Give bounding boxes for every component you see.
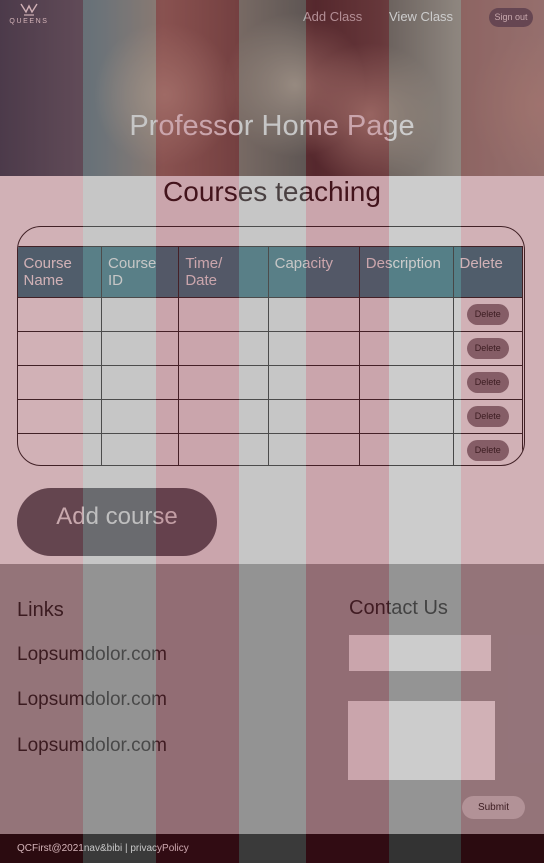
footer-link[interactable]: Lopsumdolor.com: [17, 644, 167, 666]
delete-row-button[interactable]: Delete: [466, 304, 509, 325]
table-cell: [358, 433, 454, 465]
table-row: Delete: [18, 331, 524, 366]
table-cell: [18, 399, 102, 434]
add-course-button[interactable]: Add course: [17, 488, 217, 556]
table-row: Delete: [18, 399, 524, 434]
column-header: Time/ Date: [178, 246, 269, 298]
logo: QUEENS: [8, 2, 50, 28]
crown-emblem-icon: [20, 3, 38, 16]
copyright-text: QCFirst@2021nav&bibi | privacyPolicy: [17, 843, 189, 854]
table-cell: [178, 331, 269, 366]
logo-text: QUEENS: [9, 18, 49, 25]
delete-cell: Delete: [452, 433, 524, 465]
table-cell: [100, 399, 180, 434]
footer: Links Lopsumdolor.com Lopsumdolor.com Lo…: [0, 564, 544, 834]
delete-row-button[interactable]: Delete: [466, 372, 509, 393]
courses-table: Course Name Course ID Time/ Date Capacity De…: [17, 226, 525, 466]
nav-view-class[interactable]: View Class: [389, 9, 453, 24]
submit-button[interactable]: Submit: [462, 796, 525, 819]
column-header: Capacity: [268, 246, 360, 298]
delete-cell: Delete: [452, 297, 524, 332]
table-cell: [267, 433, 360, 465]
links-heading: Links: [17, 599, 64, 621]
table-cell: [100, 433, 180, 465]
sign-out-button[interactable]: Sign out: [489, 8, 533, 27]
table-cell: [100, 297, 180, 332]
table-row: Delete: [18, 433, 524, 465]
column-header: Course Name: [18, 246, 102, 298]
table-cell: [100, 331, 180, 366]
table-cell: [358, 365, 454, 400]
table-header-row: Course Name Course ID Time/ Date Capacity De…: [18, 246, 524, 298]
delete-cell: Delete: [452, 365, 524, 400]
table-cell: [358, 331, 454, 366]
table-cell: [100, 365, 180, 400]
table-cell: [267, 365, 360, 400]
courses-heading: Courses teaching: [163, 176, 381, 207]
top-navbar: QUEENS Add Class View Class Sign out: [0, 0, 544, 34]
table-cell: [178, 297, 269, 332]
footer-link[interactable]: Lopsumdolor.com: [17, 735, 167, 757]
column-header: Description: [359, 246, 454, 298]
contact-name-field[interactable]: [349, 635, 491, 671]
table-cell: [178, 433, 269, 465]
table-cell: [267, 399, 360, 434]
contact-message-field[interactable]: [348, 701, 495, 780]
table-cell: [18, 297, 102, 332]
contact-heading: Contact Us: [349, 597, 448, 619]
column-header: Delete: [453, 246, 524, 298]
table-cell: [358, 399, 454, 434]
copyright-bar: QCFirst@2021nav&bibi | privacyPolicy: [0, 834, 544, 863]
table-cell: [18, 365, 102, 400]
table-row: Delete: [18, 297, 524, 332]
table-row: Delete: [18, 365, 524, 400]
table-cell: [18, 331, 102, 366]
table-cell: [267, 297, 360, 332]
delete-cell: Delete: [452, 399, 524, 434]
delete-row-button[interactable]: Delete: [466, 406, 509, 427]
delete-row-button[interactable]: Delete: [466, 338, 509, 359]
footer-link[interactable]: Lopsumdolor.com: [17, 689, 167, 711]
table-cell: [178, 399, 269, 434]
table-cell: [178, 365, 269, 400]
table-cell: [18, 433, 102, 465]
nav-add-class[interactable]: Add Class: [303, 9, 362, 24]
delete-cell: Delete: [452, 331, 524, 366]
table-cell: [358, 297, 454, 332]
column-header: Course ID: [101, 246, 180, 298]
page-title: Professor Home Page: [129, 110, 415, 142]
delete-row-button[interactable]: Delete: [466, 440, 509, 461]
table-cell: [267, 331, 360, 366]
